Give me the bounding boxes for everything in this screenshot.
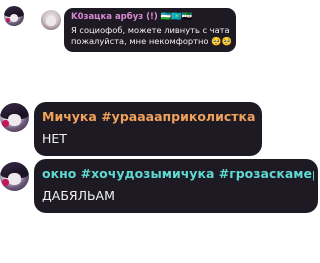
message-author[interactable]: окно #хочудозымичука #грозаскамеро... (42, 166, 314, 181)
avatar[interactable] (0, 103, 29, 132)
avatar[interactable] (0, 162, 29, 191)
message-text: ДАБЯЛЬАМ (42, 188, 115, 203)
avatar[interactable] (4, 6, 24, 26)
message-text: НЕТ (42, 131, 67, 146)
message-text: Я социофоб, можете ливнуть с чата пожалу… (71, 25, 232, 46)
message-bubble[interactable]: K0зацка арбуз (!) 🇺🇿🇰🇿🇸🇾 Я социофоб, мож… (64, 8, 236, 52)
message-author[interactable]: Мичука #урааааприколистка 🦨 (42, 109, 258, 125)
message-author[interactable]: K0зацка арбуз (!) 🇺🇿🇰🇿🇸🇾 (71, 12, 231, 22)
message-bubble[interactable]: окно #хочудозымичука #грозаскамеро... ДА… (34, 159, 318, 213)
message-bubble[interactable]: Мичука #урааааприколистка 🦨 НЕТ (34, 102, 262, 156)
chat-feed: K0зацка арбуз (!) 🇺🇿🇰🇿🇸🇾 Я социофоб, мож… (0, 0, 320, 263)
avatar[interactable] (41, 10, 61, 30)
